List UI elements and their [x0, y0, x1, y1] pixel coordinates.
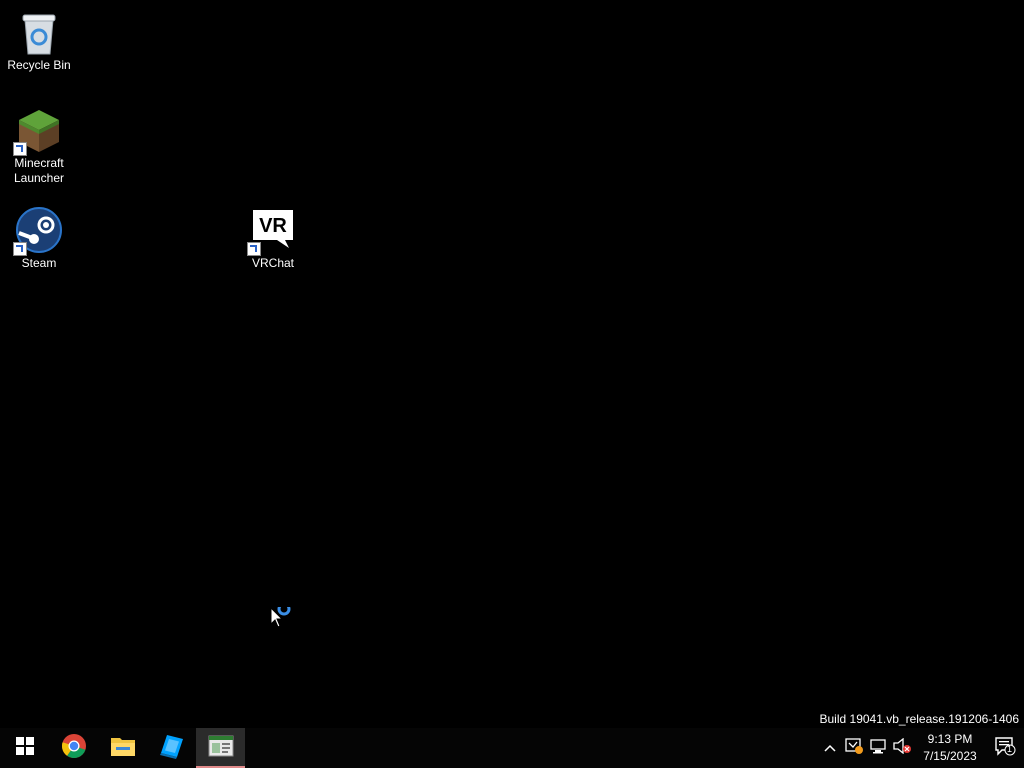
chevron-up-icon — [824, 739, 836, 757]
notification-count-badge: 1 — [1007, 744, 1013, 754]
taskbar-clock[interactable]: 9:13 PM 7/15/2023 — [914, 731, 986, 765]
taskbar: 9:13 PM 7/15/2023 1 — [0, 728, 1024, 768]
desktop-icon-steam[interactable]: Steam — [0, 206, 78, 271]
shortcut-arrow-icon — [13, 242, 27, 256]
security-warning-icon — [845, 737, 863, 759]
system-tray: 9:13 PM 7/15/2023 1 — [818, 728, 1024, 768]
svg-text:VR: VR — [259, 215, 287, 237]
desktop-icon-minecraft-launcher[interactable]: Minecraft Launcher — [0, 106, 78, 186]
network-icon — [869, 738, 887, 759]
folder-icon — [110, 735, 136, 762]
action-center-button[interactable]: 1 — [986, 728, 1024, 768]
windows-logo-icon — [15, 736, 34, 760]
taskbar-running-app[interactable] — [196, 728, 245, 768]
show-hidden-icons-button[interactable] — [818, 728, 842, 768]
clock-date: 7/15/2023 — [923, 749, 977, 763]
desktop-icon-label: Recycle Bin — [7, 58, 71, 72]
shortcut-arrow-icon — [13, 142, 27, 156]
desktop-icon-label: Steam — [21, 256, 57, 270]
steam-icon — [13, 206, 63, 256]
volume-muted-icon — [893, 737, 911, 759]
taskbar-chrome[interactable] — [49, 728, 98, 768]
vrchat-icon: VR — [247, 206, 297, 256]
busy-cursor-icon — [270, 602, 294, 634]
recycle-bin-icon — [15, 8, 63, 56]
tray-volume-button[interactable] — [890, 728, 914, 768]
notification-icon — [994, 736, 1016, 761]
shortcut-arrow-icon — [247, 242, 261, 256]
desktop-icon-recycle-bin[interactable]: Recycle Bin — [0, 8, 78, 73]
clock-time: 9:13 PM — [927, 732, 973, 746]
roblox-studio-icon — [159, 733, 185, 764]
desktop-icon-label: VRChat — [251, 256, 295, 270]
taskbar-roblox-studio[interactable] — [147, 728, 196, 768]
desktop-icon-label: Minecraft Launcher — [13, 156, 65, 185]
minecraft-grass-block-icon — [13, 106, 63, 156]
tray-security-button[interactable] — [842, 728, 866, 768]
desktop-icon-vrchat[interactable]: VR VRChat — [234, 206, 312, 271]
start-button[interactable] — [0, 728, 49, 768]
chrome-icon — [61, 733, 87, 764]
tray-network-button[interactable] — [866, 728, 890, 768]
desktop: Recycle Bin Minecraft Launcher Steam VR … — [0, 0, 1024, 728]
taskbar-file-explorer[interactable] — [98, 728, 147, 768]
app-window-icon — [208, 735, 234, 762]
build-watermark: Build 19041.vb_release.191206-1406 — [819, 712, 1020, 726]
